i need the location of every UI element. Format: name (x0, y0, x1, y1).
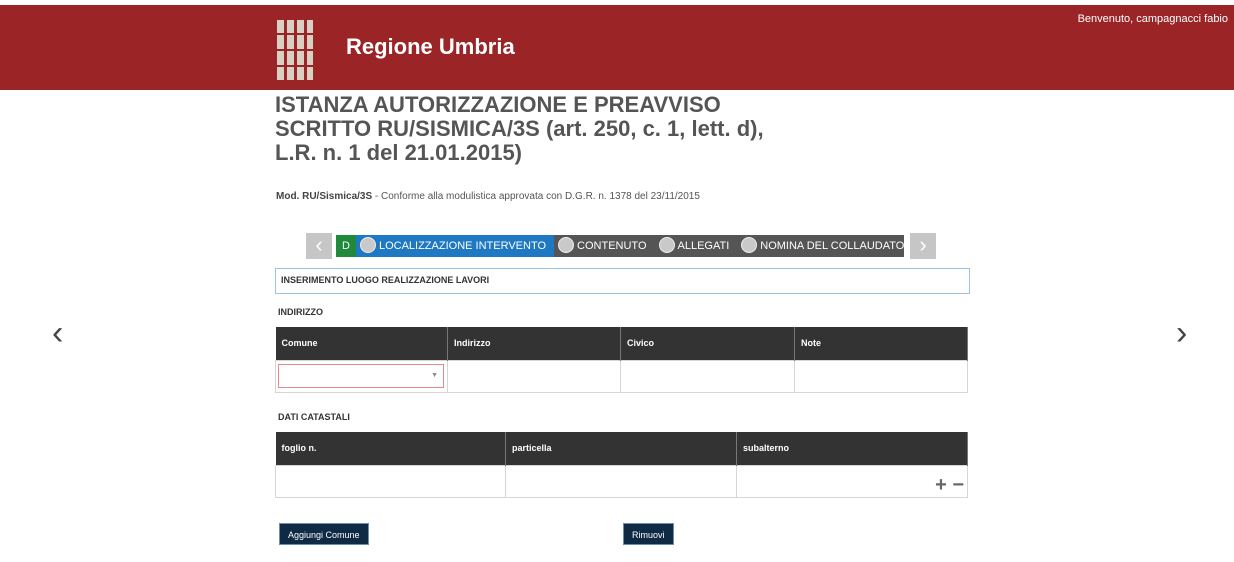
cell-note[interactable] (794, 359, 968, 393)
table-row: ▼ (275, 359, 968, 393)
page-title: ISTANZA AUTORIZZAZIONE E PREAVVISO SCRIT… (275, 92, 764, 165)
brand-name: Regione Umbria (346, 34, 515, 59)
wizard-step-collaudatore[interactable]: NOMINA DEL COLLAUDATORE (737, 235, 904, 257)
step-icon (658, 237, 675, 254)
wizard-steps: ‹ D LOCALIZZAZIONE INTERVENTO CONTENUTO ALL… (306, 233, 938, 259)
regione-umbria-logo (276, 20, 314, 80)
add-remove-icons[interactable]: + − (935, 475, 964, 495)
catastali-label: DATI CATASTALI (278, 412, 350, 422)
wizard-step-label: CONTENUTO (577, 240, 647, 252)
cell-particella[interactable] (505, 464, 737, 498)
wizard-prev-button[interactable]: ‹ (306, 233, 332, 259)
col-note: Note (794, 327, 968, 360)
cell-civico[interactable] (620, 359, 795, 393)
carousel-next-icon[interactable]: › (1176, 314, 1187, 353)
form-description: - Conforme alla modulistica approvata co… (372, 191, 700, 202)
table-row: + − (275, 464, 968, 498)
wizard-step-localizzazione[interactable]: LOCALIZZAZIONE INTERVENTO (355, 235, 555, 257)
table-header-row: foglio n. particella subalterno (275, 432, 968, 465)
cell-foglio[interactable] (275, 464, 506, 498)
step-icon (558, 237, 575, 254)
form-code: Mod. RU/Sismica/3S (276, 191, 373, 202)
cell-indirizzo[interactable] (447, 359, 621, 393)
wizard-step-label: D (342, 240, 350, 252)
remove-button[interactable]: Rimuovi (623, 523, 674, 545)
comune-select[interactable]: ▼ (278, 364, 444, 388)
col-particella: particella (505, 432, 737, 465)
col-subalterno: subalterno (736, 432, 968, 465)
table-header-row: Comune Indirizzo Civico Note (275, 327, 968, 360)
wizard-step-label: ALLEGATI (677, 240, 730, 252)
col-civico: Civico (620, 327, 795, 360)
cell-comune: ▼ (275, 359, 448, 393)
col-foglio: foglio n. (275, 432, 506, 465)
wizard-step-label: LOCALIZZAZIONE INTERVENTO (378, 240, 547, 252)
cell-subalterno[interactable]: + − (736, 464, 968, 498)
catastali-table: foglio n. particella subalterno + − (275, 432, 968, 498)
wizard-step-allegati[interactable]: ALLEGATI (655, 235, 738, 257)
wizard-step-label: NOMINA DEL COLLAUDATORE (760, 240, 904, 252)
wizard-step-prev[interactable]: D (336, 235, 356, 257)
wizard-track: D LOCALIZZAZIONE INTERVENTO CONTENUTO ALLEG… (336, 235, 904, 257)
col-comune: Comune (275, 327, 448, 360)
form-subtitle: Mod. RU/Sismica/3S - Conforme alla modul… (276, 191, 700, 202)
wizard-step-contenuto[interactable]: CONTENUTO (554, 235, 654, 257)
header: Regione Umbria Benvenuto, campagnacci fa… (0, 5, 1234, 90)
chevron-down-icon: ▼ (431, 372, 438, 379)
welcome-user[interactable]: Benvenuto, campagnacci fabio (1078, 13, 1228, 25)
step-icon (741, 237, 758, 254)
indirizzo-label: INDIRIZZO (278, 307, 323, 317)
section-title: INSERIMENTO LUOGO REALIZZAZIONE LAVORI (275, 268, 970, 294)
indirizzo-table: Comune Indirizzo Civico Note ▼ (275, 327, 968, 393)
add-comune-button[interactable]: Aggiungi Comune (279, 523, 369, 545)
step-icon (359, 237, 376, 254)
col-indirizzo: Indirizzo (447, 327, 621, 360)
carousel-prev-icon[interactable]: ‹ (52, 314, 63, 353)
wizard-next-button[interactable]: › (910, 233, 936, 259)
